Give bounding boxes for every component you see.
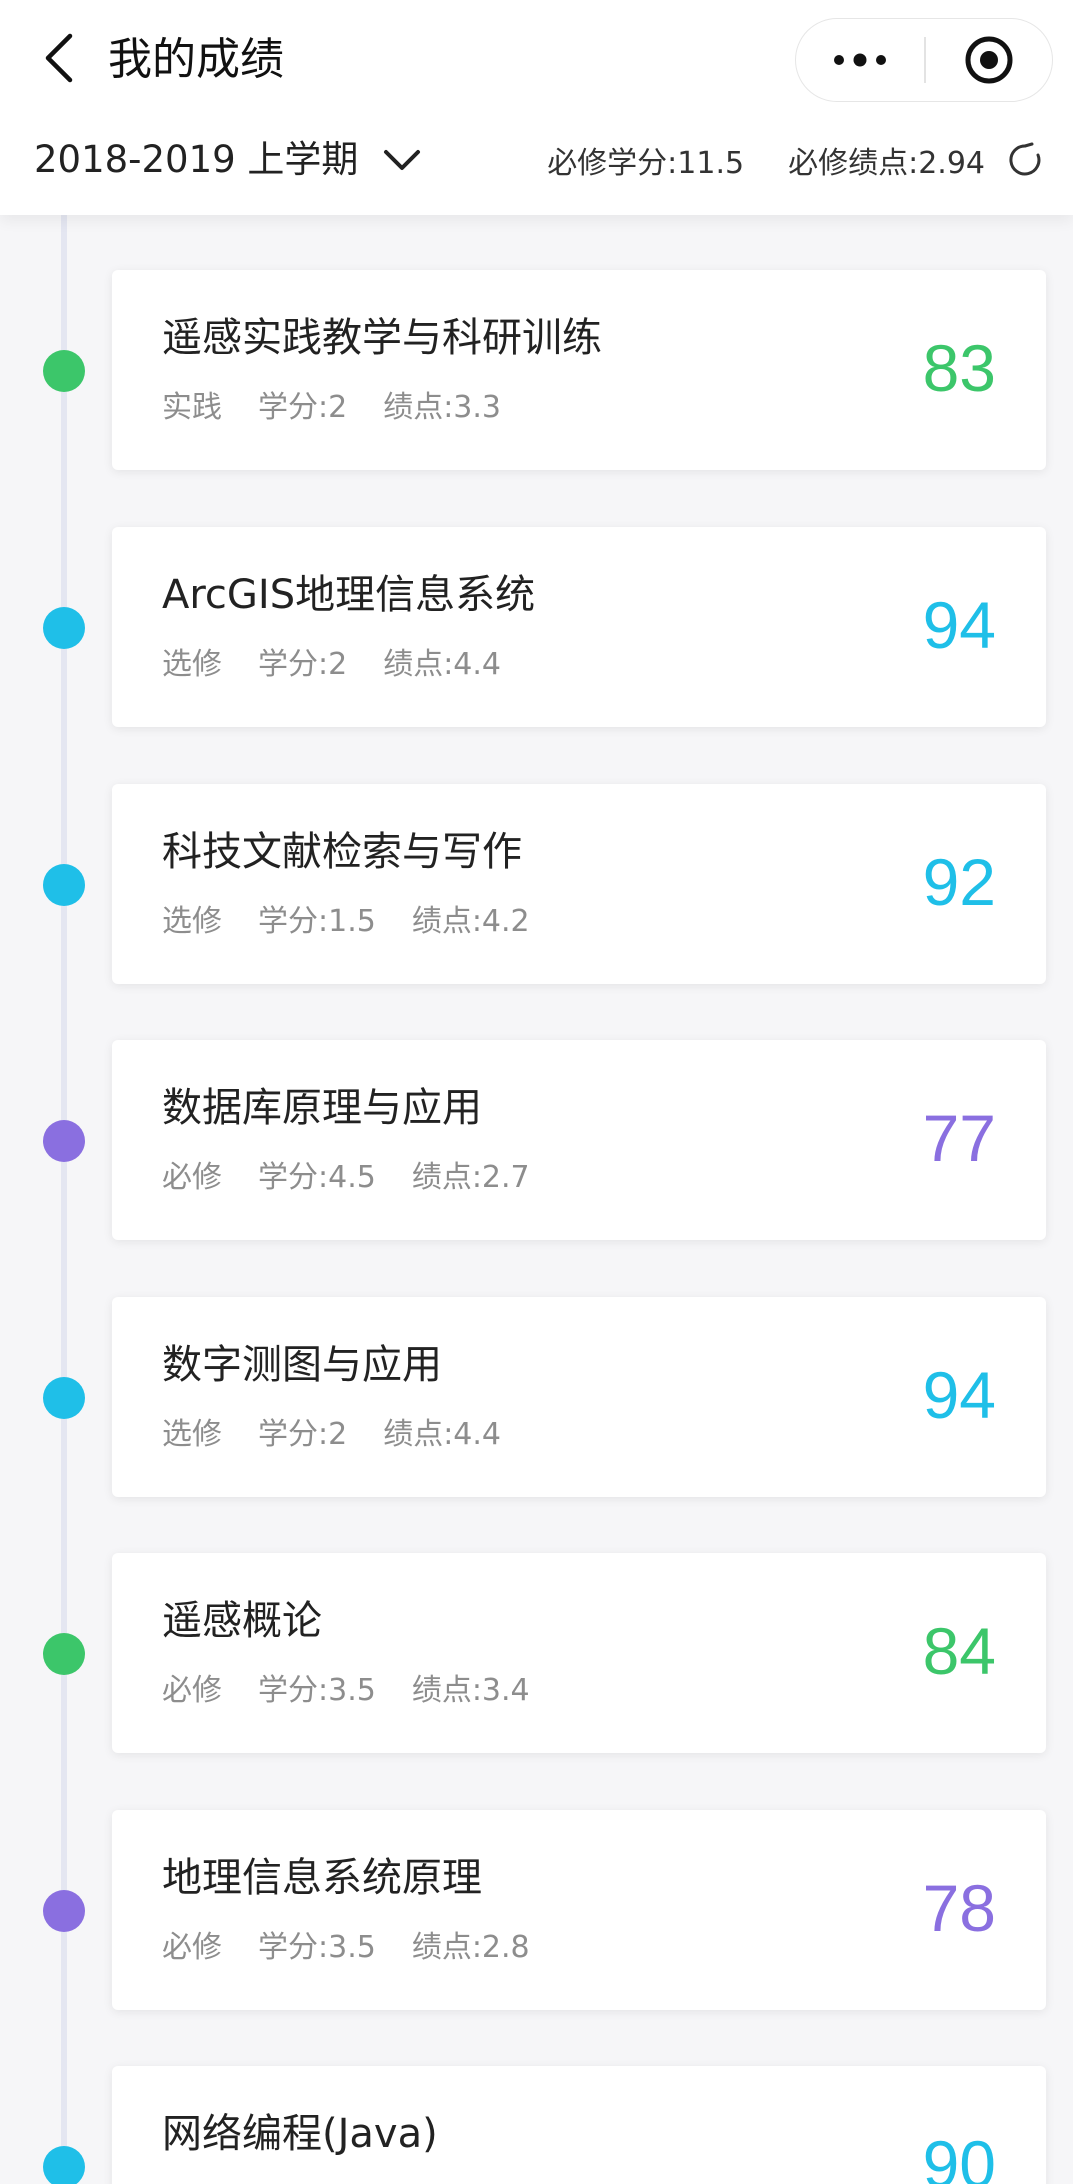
course-meta: 选修 学分:2 绩点:4.4: [162, 1415, 537, 1455]
course-type: 选修: [162, 904, 222, 939]
course-item[interactable]: 遥感实践教学与科研训练 实践 学分:2 绩点:3.3 83: [0, 270, 1073, 470]
course-gpa: 绩点:3.4: [411, 1673, 530, 1708]
course-meta: 选修 学分:2 绩点:4.4: [162, 645, 537, 685]
course-score: 90: [922, 2127, 996, 2184]
course-card[interactable]: 数据库原理与应用 必修 学分:4.5 绩点:2.7 77: [112, 1040, 1046, 1240]
course-credit: 学分:3.5: [258, 1673, 376, 1708]
course-type: 选修: [162, 647, 222, 682]
course-type: 必修: [162, 1930, 222, 1965]
timeline-dot: [43, 1890, 85, 1932]
course-credit: 学分:1.5: [258, 904, 376, 939]
course-name: ArcGIS地理信息系统: [162, 572, 536, 618]
course-card[interactable]: 地理信息系统原理 必修 学分:3.5 绩点:2.8 78: [112, 1810, 1046, 2010]
course-card[interactable]: 遥感实践教学与科研训练 实践 学分:2 绩点:3.3 83: [112, 270, 1046, 470]
term-selector[interactable]: 2018-2019 上学期: [34, 130, 422, 190]
course-card[interactable]: ArcGIS地理信息系统 选修 学分:2 绩点:4.4 94: [112, 527, 1046, 727]
course-meta: 必修 学分:4.5 绩点:2.7: [162, 1158, 566, 1198]
course-card[interactable]: 数字测图与应用 选修 学分:2 绩点:4.4 94: [112, 1297, 1046, 1497]
course-score: 77: [922, 1101, 996, 1175]
course-gpa: 绩点:4.4: [383, 1417, 502, 1452]
timeline-dot: [43, 1377, 85, 1419]
course-name: 数字测图与应用: [162, 1342, 442, 1388]
back-button[interactable]: [30, 28, 90, 88]
course-score: 83: [922, 331, 996, 405]
course-meta: 必修 学分:3.5 绩点:2.8: [162, 1928, 566, 1968]
course-gpa: 绩点:4.4: [383, 647, 502, 682]
course-gpa: 绩点:2.7: [411, 1160, 530, 1195]
required-gpa: 必修绩点:2.94: [788, 146, 985, 181]
course-name: 地理信息系统原理: [162, 1855, 482, 1901]
top-bar: 我的成绩 2018-2019 上学期 必修学分:11.5 必修绩点:2.94: [0, 0, 1073, 215]
page-title: 我的成绩: [108, 34, 284, 85]
course-credit: 学分:4.5: [258, 1160, 376, 1195]
timeline-dot: [43, 1633, 85, 1675]
grade-summary: 必修学分:11.5 必修绩点:2.94: [503, 130, 1043, 190]
chevron-left-icon: [45, 33, 73, 83]
more-button[interactable]: [796, 19, 924, 101]
timeline-dot: [43, 1120, 85, 1162]
course-meta: 选修 学分:1.5 绩点:4.2: [162, 902, 566, 942]
term-label: 2018-2019 上学期: [34, 138, 359, 181]
close-button[interactable]: [926, 19, 1052, 101]
course-credit: 学分:2: [258, 647, 348, 682]
timeline-dot: [43, 607, 85, 649]
course-item[interactable]: 网络编程(Java) 90: [0, 2066, 1073, 2184]
course-type: 选修: [162, 1417, 222, 1452]
course-name: 科技文献检索与写作: [162, 829, 522, 875]
course-item[interactable]: 数字测图与应用 选修 学分:2 绩点:4.4 94: [0, 1297, 1073, 1497]
course-item[interactable]: ArcGIS地理信息系统 选修 学分:2 绩点:4.4 94: [0, 527, 1073, 727]
required-credits: 必修学分:11.5: [547, 146, 745, 181]
more-dots-icon: [834, 53, 886, 67]
target-close-icon: [965, 36, 1013, 84]
course-credit: 学分:3.5: [258, 1930, 376, 1965]
course-gpa: 绩点:2.8: [411, 1930, 530, 1965]
course-item[interactable]: 科技文献检索与写作 选修 学分:1.5 绩点:4.2 92: [0, 784, 1073, 984]
course-name: 数据库原理与应用: [162, 1085, 482, 1131]
timeline-dot: [43, 350, 85, 392]
course-item[interactable]: 地理信息系统原理 必修 学分:3.5 绩点:2.8 78: [0, 1810, 1073, 2010]
course-type: 必修: [162, 1160, 222, 1195]
course-card[interactable]: 网络编程(Java) 90: [112, 2066, 1046, 2184]
refresh-button[interactable]: [1007, 142, 1043, 178]
course-item[interactable]: 遥感概论 必修 学分:3.5 绩点:3.4 84: [0, 1553, 1073, 1753]
course-score: 84: [922, 1614, 996, 1688]
course-gpa: 绩点:3.3: [383, 390, 502, 425]
chevron-down-icon: [384, 150, 421, 170]
course-list: 遥感实践教学与科研训练 实践 学分:2 绩点:3.3 83 ArcGIS地理信息系统…: [0, 0, 1073, 2184]
course-type: 必修: [162, 1673, 222, 1708]
timeline-dot: [43, 864, 85, 906]
course-credit: 学分:2: [258, 390, 348, 425]
course-gpa: 绩点:4.2: [411, 904, 530, 939]
mini-program-capsule: [795, 18, 1053, 102]
course-score: 94: [922, 1358, 996, 1432]
course-name: 遥感概论: [162, 1598, 322, 1644]
refresh-icon: [1009, 142, 1041, 176]
course-meta: 实践 学分:2 绩点:3.3: [162, 388, 537, 428]
course-score: 78: [922, 1871, 996, 1945]
course-score: 92: [922, 845, 996, 919]
course-name: 网络编程(Java): [162, 2111, 438, 2157]
course-credit: 学分:2: [258, 1417, 348, 1452]
course-type: 实践: [162, 390, 222, 425]
course-card[interactable]: 遥感概论 必修 学分:3.5 绩点:3.4 84: [112, 1553, 1046, 1753]
course-item[interactable]: 数据库原理与应用 必修 学分:4.5 绩点:2.7 77: [0, 1040, 1073, 1240]
course-name: 遥感实践教学与科研训练: [162, 315, 602, 361]
grades-page: 遥感实践教学与科研训练 实践 学分:2 绩点:3.3 83 ArcGIS地理信息系统…: [0, 0, 1073, 2184]
timeline-dot: [43, 2146, 85, 2184]
course-meta: 必修 学分:3.5 绩点:3.4: [162, 1671, 566, 1711]
course-card[interactable]: 科技文献检索与写作 选修 学分:1.5 绩点:4.2 92: [112, 784, 1046, 984]
course-score: 94: [922, 588, 996, 662]
